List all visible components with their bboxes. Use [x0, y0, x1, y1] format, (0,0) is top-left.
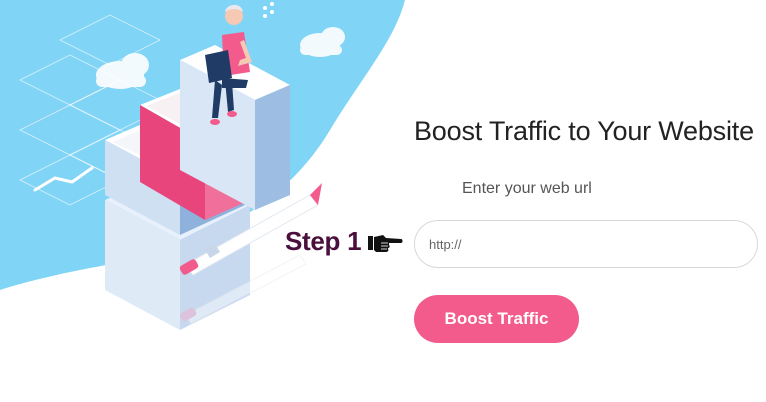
- url-field-label: Enter your web url: [462, 180, 592, 197]
- boost-traffic-button[interactable]: Boost Traffic: [414, 295, 579, 343]
- page-title: Boost Traffic to Your Website: [414, 116, 754, 146]
- hero-illustration: [0, 0, 405, 330]
- step-annotation: Step 1: [285, 226, 403, 257]
- website-url-input[interactable]: [414, 220, 758, 268]
- step-label: Step 1: [285, 226, 362, 256]
- hand-pointing-right-icon: [367, 231, 403, 253]
- landing-page: Boost Traffic to Your Website Enter your…: [0, 0, 766, 402]
